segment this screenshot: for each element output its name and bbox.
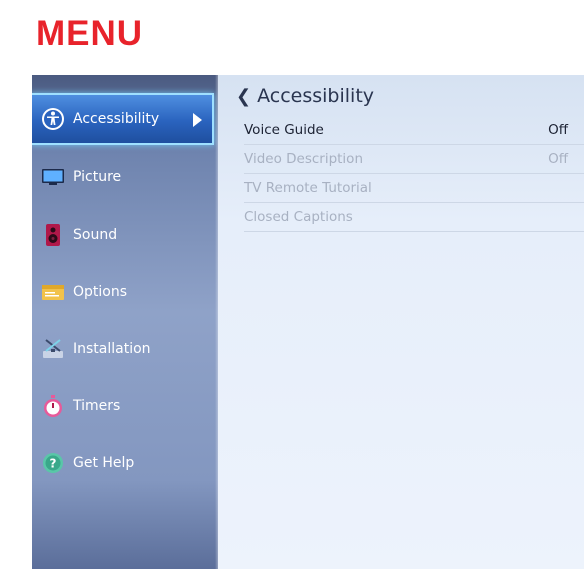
accessibility-panel: ❮ Accessibility Voice Guide Off Video De… (218, 75, 584, 569)
setting-label: Voice Guide (244, 122, 324, 138)
installation-icon (41, 337, 65, 361)
setting-row-tv-remote-tutorial[interactable]: TV Remote Tutorial (244, 174, 584, 203)
menu-item-get-help[interactable]: ? Get Help (32, 437, 218, 489)
panel-header[interactable]: ❮ Accessibility (236, 85, 374, 107)
page-heading: MENU (36, 14, 144, 53)
menu-item-timers[interactable]: Timers (32, 380, 218, 432)
chevron-left-icon: ❮ (236, 85, 252, 107)
setting-row-video-description[interactable]: Video Description Off (244, 145, 584, 174)
setting-row-closed-captions[interactable]: Closed Captions (244, 203, 584, 232)
picture-icon (41, 165, 65, 189)
options-icon (41, 280, 65, 304)
setting-label: Closed Captions (244, 209, 353, 225)
menu-item-accessibility[interactable]: Accessibility (32, 93, 214, 145)
menu-item-sound[interactable]: Sound (32, 209, 218, 261)
setting-label: TV Remote Tutorial (244, 180, 372, 196)
panel-title: Accessibility (257, 85, 375, 107)
menu-item-options[interactable]: Options (32, 266, 218, 318)
tv-screen: Accessibility Picture Sound Options Inst… (32, 75, 584, 569)
arrow-right-icon (193, 113, 202, 127)
timers-icon (41, 394, 65, 418)
setting-row-voice-guide[interactable]: Voice Guide Off (244, 116, 584, 145)
accessibility-icon (41, 107, 65, 131)
sound-icon (41, 223, 65, 247)
menu-item-picture[interactable]: Picture (32, 151, 218, 203)
menu-item-label: Options (73, 284, 128, 300)
menu-item-label: Sound (73, 227, 118, 243)
menu-item-label: Installation (73, 341, 151, 357)
setting-value: Off (548, 151, 568, 167)
menu-sidebar: Accessibility Picture Sound Options Inst… (32, 75, 218, 569)
svg-text:?: ? (50, 457, 57, 471)
help-icon: ? (41, 451, 65, 475)
menu-item-installation[interactable]: Installation (32, 323, 218, 375)
setting-label: Video Description (244, 151, 364, 167)
menu-item-label: Accessibility (73, 111, 160, 127)
setting-value: Off (548, 122, 568, 138)
menu-item-label: Timers (73, 398, 121, 414)
menu-item-label: Get Help (73, 455, 135, 471)
menu-item-label: Picture (73, 169, 122, 185)
